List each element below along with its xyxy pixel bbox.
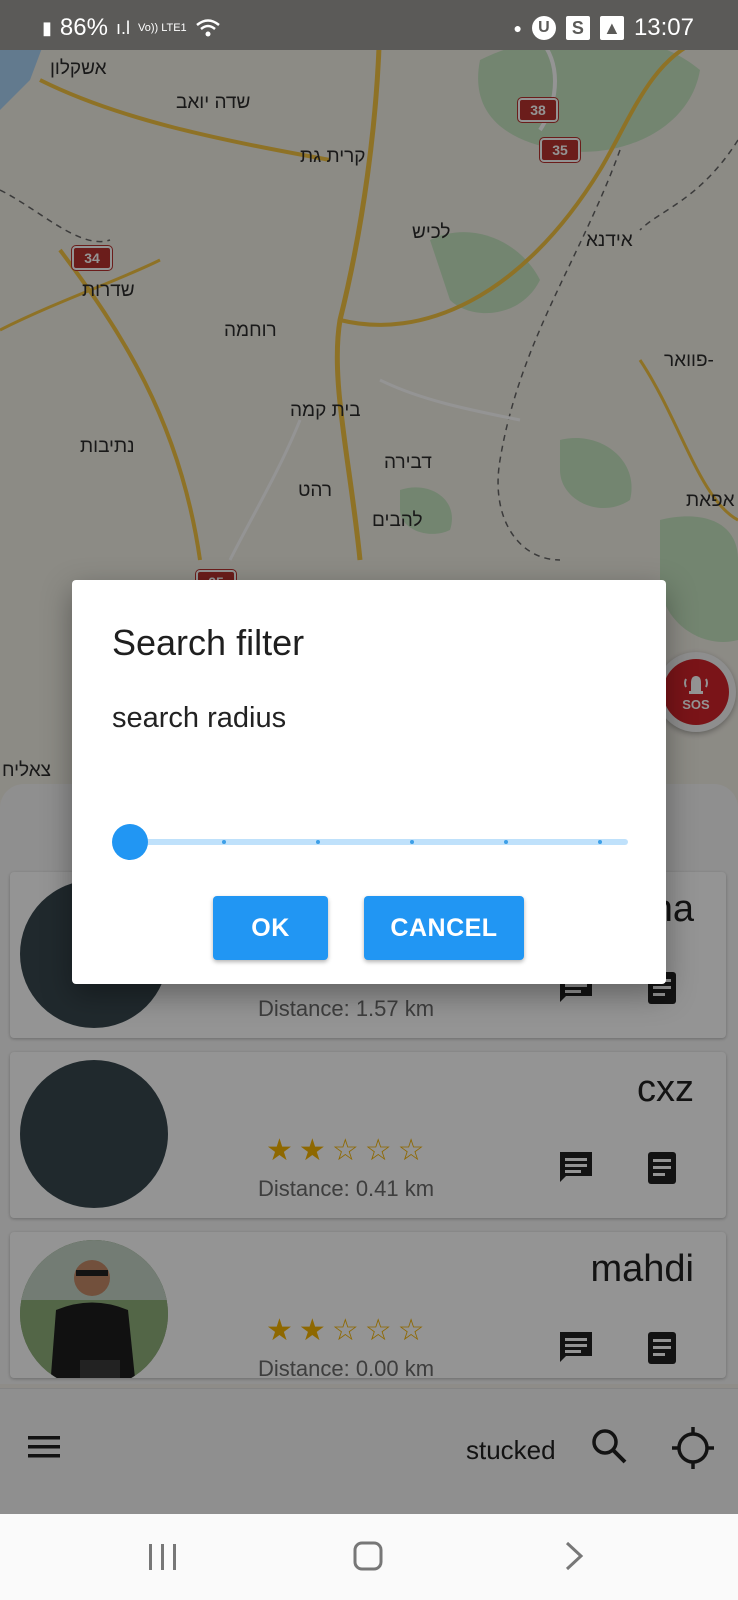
- ublock-icon: U: [531, 16, 556, 40]
- battery-charging-icon: ▮: [42, 17, 52, 38]
- slider-thumb[interactable]: [112, 824, 148, 860]
- slider-tick: [504, 840, 508, 844]
- back-icon[interactable]: [562, 1540, 586, 1572]
- dialog-title: Search filter: [112, 622, 305, 663]
- signal-icon: ı.l: [115, 17, 130, 38]
- home-icon[interactable]: [352, 1540, 384, 1572]
- clock: 13:07: [633, 14, 694, 41]
- slider-tick: [316, 840, 320, 844]
- search-filter-dialog: Search filter search radius OK CANCEL: [72, 580, 666, 984]
- cancel-button[interactable]: CANCEL: [364, 896, 524, 960]
- wifi-icon: [195, 19, 220, 37]
- battery-level: 86%: [59, 14, 108, 41]
- s-icon: S: [565, 16, 590, 40]
- slider-tick: [222, 840, 226, 844]
- slider-tick: [410, 840, 414, 844]
- slider-tick: [598, 840, 602, 844]
- slider-track[interactable]: [130, 839, 628, 845]
- dot-icon: ●: [513, 20, 522, 36]
- gallery-icon: ▲: [599, 16, 624, 40]
- status-bar: ▮ 86% ı.l Vo)) LTE1 ● U S ▲ 13:07: [0, 0, 738, 50]
- system-nav-bar: [0, 1514, 738, 1600]
- search-radius-slider[interactable]: [110, 822, 682, 862]
- volte-icon: Vo)) LTE1: [137, 21, 187, 34]
- search-radius-label: search radius: [112, 702, 287, 734]
- ok-button[interactable]: OK: [213, 896, 328, 960]
- recent-apps-icon[interactable]: [146, 1542, 180, 1572]
